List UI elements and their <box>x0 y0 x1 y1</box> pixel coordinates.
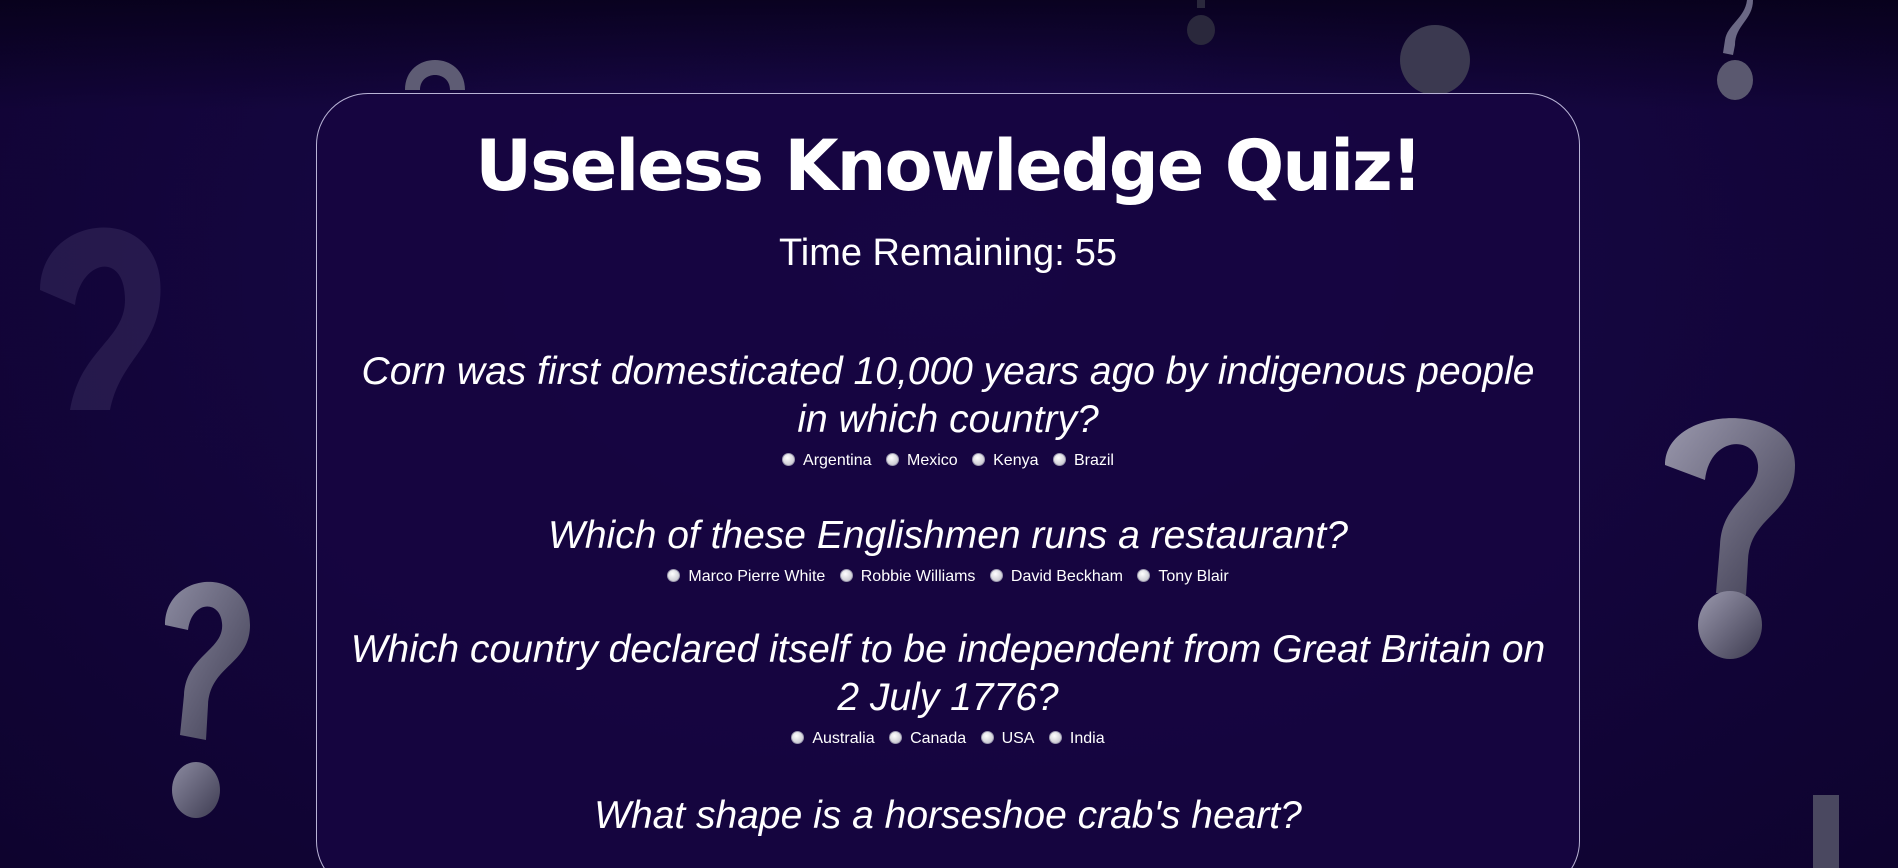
answer-options: Marco Pierre White Robbie Williams David… <box>317 566 1579 588</box>
radio-button[interactable] <box>989 569 1003 582</box>
answer-option[interactable]: Robbie Williams <box>839 566 976 588</box>
question-block: Which of these Englishmen runs a restaur… <box>317 512 1579 588</box>
radio-button[interactable] <box>885 453 899 466</box>
question-mark-icon <box>40 227 161 410</box>
radio-button[interactable] <box>1048 731 1062 744</box>
question-text: Which country declared itself to be inde… <box>350 628 1546 719</box>
answer-option[interactable]: Brazil <box>1052 450 1114 472</box>
radio-button[interactable] <box>1052 453 1066 466</box>
radio-button[interactable] <box>1137 569 1151 582</box>
question-text: Which of these Englishmen runs a restaur… <box>548 514 1348 557</box>
answer-label: India <box>1069 730 1105 747</box>
answer-option[interactable]: Marco Pierre White <box>667 566 825 588</box>
question-mark-icon <box>1813 795 1839 868</box>
question-text: Corn was first domesticated 10,000 years… <box>361 350 1535 441</box>
radio-button[interactable] <box>791 731 805 744</box>
answer-label: Argentina <box>803 452 872 469</box>
answer-label: Kenya <box>993 452 1039 469</box>
answer-label: Australia <box>812 730 875 747</box>
question-block: Which country declared itself to be inde… <box>317 626 1579 750</box>
radio-button[interactable] <box>980 731 994 744</box>
answer-option[interactable]: Tony Blair <box>1137 566 1229 588</box>
answer-option[interactable]: Canada <box>889 728 966 750</box>
radio-button[interactable] <box>889 731 903 744</box>
answer-option[interactable]: Kenya <box>972 450 1039 472</box>
answer-label: Marco Pierre White <box>688 568 826 585</box>
radio-button[interactable] <box>667 569 681 582</box>
question-text: What shape is a horseshoe crab's heart? <box>594 794 1302 837</box>
answer-option[interactable]: India <box>1048 728 1105 750</box>
radio-button[interactable] <box>782 453 796 466</box>
answer-option[interactable]: Argentina <box>782 450 872 472</box>
answer-option[interactable]: Mexico <box>885 450 958 472</box>
timer-value: 55 <box>1074 232 1118 274</box>
question-block: What shape is a horseshoe crab's heart? <box>317 792 1579 840</box>
answer-label: Canada <box>910 730 967 747</box>
question-mark-icon <box>1187 0 1215 45</box>
answer-label: Mexico <box>906 452 958 469</box>
question-block: Corn was first domesticated 10,000 years… <box>317 348 1579 472</box>
question-mark-icon <box>1717 0 1753 100</box>
question-mark-icon <box>1400 25 1470 95</box>
timer: Time Remaining: 55 <box>317 230 1579 276</box>
page-title: Useless Knowledge Quiz! <box>475 125 1423 207</box>
answer-label: David Beckham <box>1010 568 1123 585</box>
answer-label: USA <box>1001 730 1035 747</box>
answer-option[interactable]: Australia <box>791 728 875 750</box>
radio-button[interactable] <box>839 569 853 582</box>
quiz-card: Useless Knowledge Quiz! Time Remaining: 5… <box>316 93 1580 868</box>
answer-option[interactable]: David Beckham <box>989 566 1123 588</box>
answer-label: Robbie Williams <box>860 568 976 585</box>
answer-option[interactable]: USA <box>980 728 1035 750</box>
timer-label: Time Remaining: <box>778 232 1065 274</box>
answer-label: Brazil <box>1073 452 1114 469</box>
question-mark-icon <box>1665 418 1795 659</box>
answer-options: Argentina Mexico Kenya Brazil <box>317 450 1579 472</box>
radio-button[interactable] <box>972 453 986 466</box>
answer-label: Tony Blair <box>1158 568 1229 585</box>
question-mark-icon <box>165 581 250 818</box>
answer-options: Australia Canada USA India <box>317 728 1579 750</box>
